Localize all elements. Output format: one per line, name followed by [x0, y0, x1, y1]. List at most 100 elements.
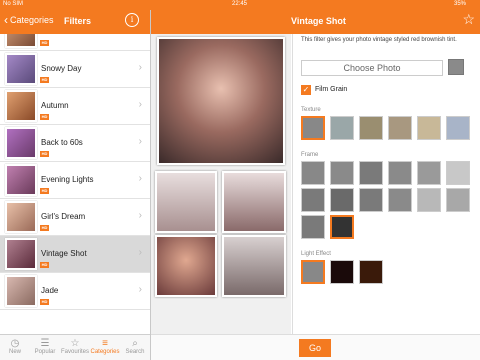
detail-navbar: Vintage Shot ☆ [151, 10, 480, 34]
filter-label: Vintage Shot [41, 249, 87, 258]
frame-option[interactable] [417, 188, 441, 212]
filter-label: Autumn [41, 101, 69, 110]
frame-option-selected[interactable] [330, 215, 354, 239]
film-grain-checkbox[interactable]: ✓ [301, 85, 311, 95]
filter-options-panel: This filter gives your photo vintage sty… [292, 34, 480, 334]
hd-badge: HD [40, 299, 49, 305]
star-icon[interactable]: ☆ [462, 11, 475, 28]
frame-option[interactable] [359, 161, 383, 185]
texture-option[interactable] [417, 116, 441, 140]
chevron-right-icon: › [138, 99, 142, 110]
tab-search[interactable]: ⌕ Search [120, 335, 150, 360]
light-effect-section-label: Light Effect [301, 251, 331, 257]
film-grain-label: Film Grain [315, 86, 348, 93]
filter-thumbnail [5, 53, 37, 85]
texture-option[interactable] [330, 116, 354, 140]
filter-label: Back to 60s [41, 138, 83, 147]
filter-thumbnail [5, 34, 37, 48]
filter-thumbnail [5, 238, 37, 270]
texture-section-label: Texture [301, 107, 321, 113]
choose-photo-button[interactable]: Choose Photo [301, 60, 443, 76]
frame-option[interactable] [301, 215, 325, 239]
app-root: { "status": {"carrier": "No SIM", "time"… [0, 0, 480, 360]
frame-option[interactable] [417, 161, 441, 185]
filter-list[interactable]: HD Snowy Day HD › Autumn HD › Back to 60… [0, 34, 150, 334]
chevron-right-icon: › [138, 210, 142, 221]
filter-thumbnail [5, 127, 37, 159]
frame-option[interactable] [301, 188, 325, 212]
carrier-text: No SIM [3, 1, 24, 7]
list-item[interactable]: HD [0, 34, 150, 51]
hd-badge: HD [40, 225, 49, 231]
filters-navbar: ‹ Categories Filters i [0, 10, 150, 34]
bottom-bar: Go [151, 334, 480, 360]
frame-option[interactable] [446, 188, 470, 212]
texture-none-option[interactable] [301, 116, 325, 140]
back-button[interactable]: ‹ Categories [4, 13, 54, 27]
hd-badge: HD [40, 77, 49, 83]
list-item[interactable]: Autumn HD › [0, 88, 150, 125]
list-item[interactable]: Back to 60s HD › [0, 125, 150, 162]
chevron-right-icon: › [138, 173, 142, 184]
frame-section-label: Frame [301, 152, 319, 158]
light-none-option[interactable] [301, 260, 325, 284]
menu-icon: ≡ [102, 338, 108, 349]
list-item[interactable]: Girl's Dream HD › [0, 199, 150, 236]
texture-option[interactable] [359, 116, 383, 140]
chevron-right-icon: › [138, 247, 142, 258]
light-option[interactable] [330, 260, 354, 284]
sample-image-bigben[interactable] [222, 171, 286, 233]
hd-badge: HD [40, 262, 49, 268]
filter-thumbnail [5, 90, 37, 122]
chevron-right-icon: › [138, 62, 142, 73]
info-icon[interactable]: i [125, 13, 139, 27]
frame-option[interactable] [388, 161, 412, 185]
battery-text: 35% [454, 1, 467, 7]
list-item[interactable]: Evening Lights HD › [0, 162, 150, 199]
tab-favourites[interactable]: ☆ Favourites [60, 335, 90, 360]
filter-label: Snowy Day [41, 64, 82, 73]
frame-option[interactable] [330, 188, 354, 212]
list-item-selected[interactable]: Vintage Shot HD › [0, 236, 150, 273]
filters-title: Filters [64, 16, 92, 26]
hd-badge: HD [40, 40, 49, 46]
chevron-left-icon: ‹ [4, 13, 8, 27]
filter-label: Jade [41, 286, 59, 295]
tab-bar: ◷ New ☰ Popular ☆ Favourites ≡ Categorie… [0, 334, 150, 360]
sample-image-gull[interactable] [222, 235, 286, 297]
frame-option[interactable] [446, 161, 470, 185]
list-icon: ☰ [40, 338, 50, 349]
tab-categories[interactable]: ≡ Categories [90, 335, 120, 360]
filter-title: Vintage Shot [291, 16, 346, 26]
tab-new[interactable]: ◷ New [0, 335, 30, 360]
filter-label: Evening Lights [41, 175, 94, 184]
search-icon: ⌕ [132, 338, 138, 349]
person-icon[interactable] [448, 59, 464, 75]
hd-badge: HD [40, 114, 49, 120]
sample-image-eiffel[interactable] [155, 171, 217, 233]
list-item[interactable]: Jade HD › [0, 273, 150, 310]
list-item[interactable]: Snowy Day HD › [0, 51, 150, 88]
filter-thumbnail [5, 201, 37, 233]
sample-image-portrait[interactable] [155, 235, 217, 297]
hd-badge: HD [40, 188, 49, 194]
filter-description: This filter gives your photo vintage sty… [301, 37, 457, 43]
filter-label: Girl's Dream [41, 212, 86, 221]
star-icon: ☆ [70, 338, 80, 349]
tab-popular[interactable]: ☰ Popular [30, 335, 60, 360]
hd-badge: HD [40, 151, 49, 157]
back-label: Categories [10, 15, 54, 25]
light-option[interactable] [359, 260, 383, 284]
chevron-right-icon: › [138, 284, 142, 295]
main-preview-image[interactable] [157, 37, 285, 165]
texture-option[interactable] [388, 116, 412, 140]
preview-panel [151, 34, 291, 360]
frame-option[interactable] [359, 188, 383, 212]
frame-none-option[interactable] [301, 161, 325, 185]
go-button[interactable]: Go [299, 339, 331, 357]
chevron-right-icon: › [138, 136, 142, 147]
frame-option[interactable] [388, 188, 412, 212]
texture-option[interactable] [446, 116, 470, 140]
frame-option[interactable] [330, 161, 354, 185]
clock-icon: ◷ [10, 338, 20, 349]
